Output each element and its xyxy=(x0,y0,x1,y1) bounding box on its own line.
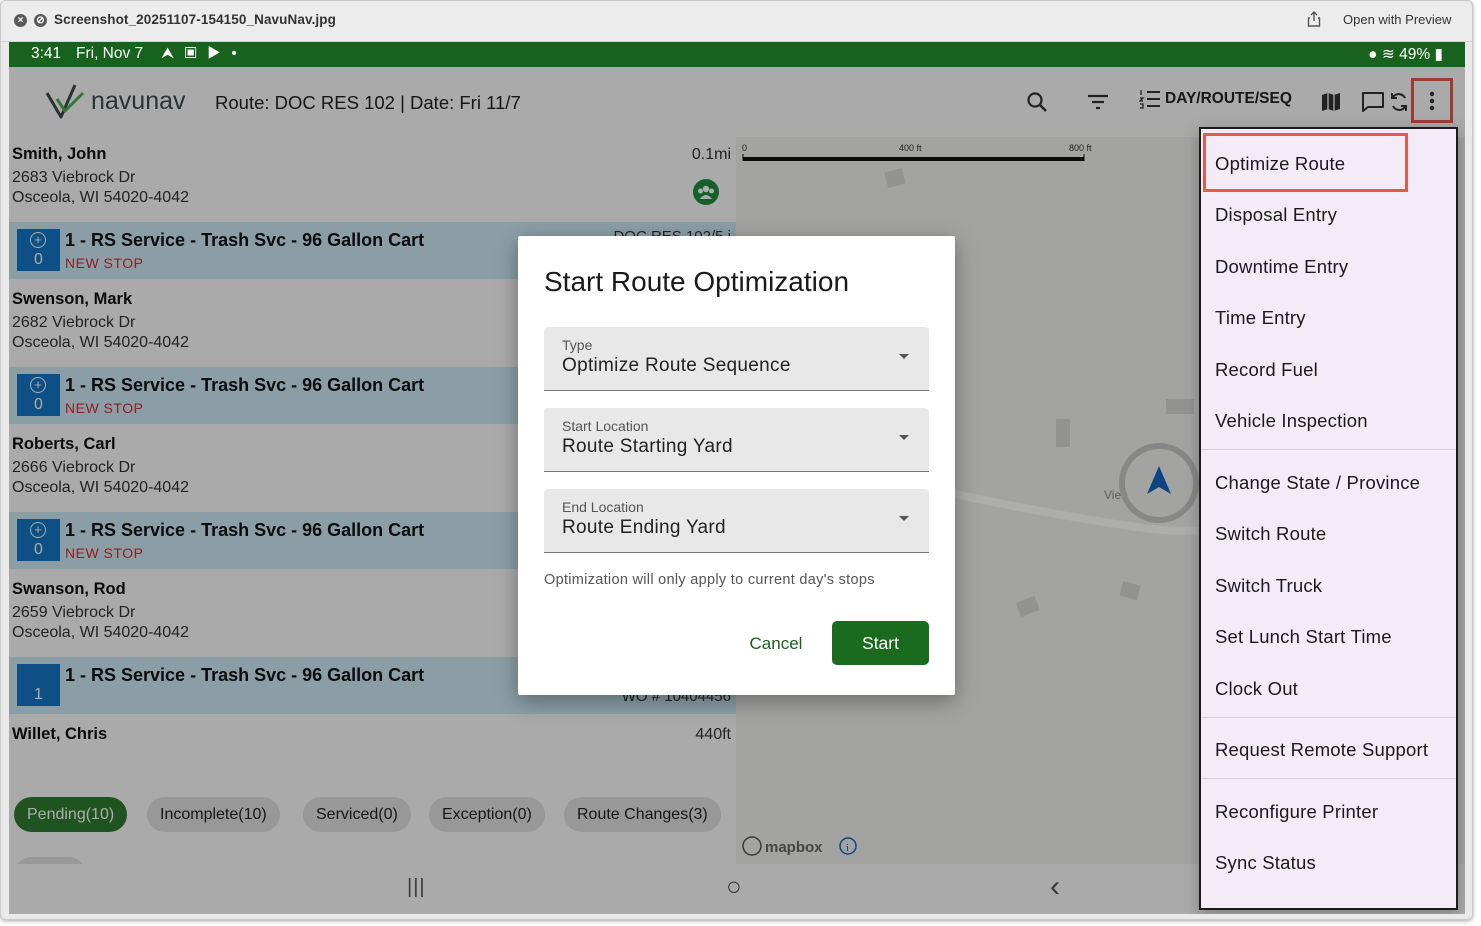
type-label: Type xyxy=(562,337,593,353)
battery-status: ● ≋ 49% ▮ xyxy=(1368,45,1443,64)
menu-item-clock-out[interactable]: Clock Out xyxy=(1215,678,1298,700)
share-icon[interactable] xyxy=(1307,11,1321,27)
menu-divider xyxy=(1201,778,1456,779)
type-value: Optimize Route Sequence xyxy=(562,355,791,376)
start-location-label: Start Location xyxy=(562,418,649,434)
menu-divider xyxy=(1201,717,1456,718)
end-location-select[interactable]: End Location Route Ending Yard xyxy=(544,489,929,553)
menu-item-time-entry[interactable]: Time Entry xyxy=(1215,307,1306,329)
optimization-note: Optimization will only apply to current … xyxy=(544,572,875,588)
dropdown-arrow-icon xyxy=(899,354,909,359)
start-route-optimization-dialog: Start Route Optimization Type Optimize R… xyxy=(518,236,955,695)
menu-item-reconfigure-printer[interactable]: Reconfigure Printer xyxy=(1215,801,1378,823)
close-icon[interactable]: × xyxy=(14,14,27,27)
android-status-bar: 3:41 Fri, Nov 7 ⮝ ▣ ▶ • ● ≋ 49% ▮ xyxy=(9,42,1465,67)
menu-item-request-remote-support[interactable]: Request Remote Support xyxy=(1215,739,1428,761)
battery-percent: 49% xyxy=(1399,46,1431,63)
start-location-select[interactable]: Start Location Route Starting Yard xyxy=(544,408,929,472)
menu-item-downtime-entry[interactable]: Downtime Entry xyxy=(1215,256,1348,278)
end-location-label: End Location xyxy=(562,499,644,515)
tablet-screen: 3:41 Fri, Nov 7 ⮝ ▣ ▶ • ● ≋ 49% ▮ navuna… xyxy=(9,42,1465,914)
open-with-preview-button[interactable]: Open with Preview xyxy=(1334,9,1460,30)
type-select[interactable]: Type Optimize Route Sequence xyxy=(544,327,929,391)
overflow-menu: Optimize Route Disposal Entry Downtime E… xyxy=(1199,127,1458,910)
menu-item-switch-route[interactable]: Switch Route xyxy=(1215,523,1326,545)
menu-divider xyxy=(1201,449,1456,450)
start-button[interactable]: Start xyxy=(832,621,929,665)
menu-item-record-fuel[interactable]: Record Fuel xyxy=(1215,359,1318,381)
dropdown-arrow-icon xyxy=(899,516,909,521)
menu-item-switch-truck[interactable]: Switch Truck xyxy=(1215,575,1322,597)
status-time: 3:41 xyxy=(31,45,62,62)
menu-item-change-state[interactable]: Change State / Province xyxy=(1215,472,1420,494)
status-date: Fri, Nov 7 xyxy=(76,45,144,62)
notification-icons: ⮝ ▣ ▶ • xyxy=(161,45,240,62)
location-wifi-icon: ● ≋ xyxy=(1368,46,1400,63)
title-bar: × ⊘ Screenshot_20251107-154150_NavuNav.j… xyxy=(1,1,1472,42)
cancel-button[interactable]: Cancel xyxy=(734,622,818,665)
window-filename: Screenshot_20251107-154150_NavuNav.jpg xyxy=(54,12,336,27)
menu-item-optimize-route[interactable]: Optimize Route xyxy=(1215,153,1345,175)
menu-item-vehicle-inspection[interactable]: Vehicle Inspection xyxy=(1215,410,1368,432)
app-screen: navunav Route: DOC RES 102 | Date: Fri 1… xyxy=(9,67,1465,914)
menu-item-set-lunch-start-time[interactable]: Set Lunch Start Time xyxy=(1215,626,1392,648)
dropdown-arrow-icon xyxy=(899,435,909,440)
zoom-icon[interactable]: ⊘ xyxy=(34,14,47,27)
battery-icon: ▮ xyxy=(1430,46,1443,63)
end-location-value: Route Ending Yard xyxy=(562,517,726,538)
dialog-title: Start Route Optimization xyxy=(544,266,850,297)
menu-item-sync-status[interactable]: Sync Status xyxy=(1215,852,1316,874)
preview-window: × ⊘ Screenshot_20251107-154150_NavuNav.j… xyxy=(0,0,1473,920)
start-location-value: Route Starting Yard xyxy=(562,436,733,457)
menu-item-disposal-entry[interactable]: Disposal Entry xyxy=(1215,204,1337,226)
